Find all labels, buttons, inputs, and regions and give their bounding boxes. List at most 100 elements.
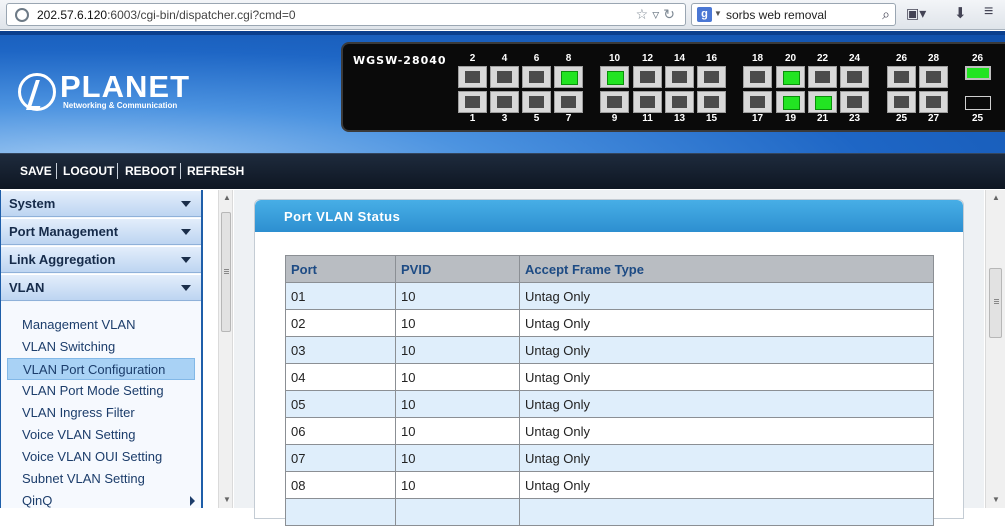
port-number-label: 10 [608, 53, 621, 64]
cell-pvid: 10 [395, 336, 520, 364]
caret-down-icon [181, 201, 191, 207]
port-1-icon[interactable] [458, 91, 487, 113]
scroll-down-icon[interactable]: ▼ [992, 495, 1000, 504]
search-input[interactable]: sorbs web removal [726, 8, 827, 22]
port-16-icon[interactable] [697, 66, 726, 88]
logout-link[interactable]: LOGOUT [63, 164, 114, 178]
refresh-link[interactable]: REFRESH [187, 164, 244, 178]
sidebar-category-system[interactable]: System [1, 190, 201, 217]
cell-accept-frame-type: Untag Only [519, 309, 934, 337]
port-number-label: 9 [611, 113, 618, 124]
port-number-label: 23 [848, 113, 861, 124]
port-9-icon[interactable] [600, 91, 629, 113]
cell-port: 01 [285, 282, 396, 310]
sidebar-item-vlan-port-mode-setting[interactable]: VLAN Port Mode Setting [1, 380, 201, 402]
table-row: 01 10 Untag Only [285, 282, 934, 310]
fiber-port-26-icon[interactable] [965, 66, 991, 80]
dropdown-icon[interactable]: ▿ [652, 6, 663, 22]
port-10-icon[interactable] [600, 66, 629, 88]
download-icon[interactable]: ⬇ [954, 4, 967, 22]
fiber-port-25-icon[interactable] [965, 96, 991, 110]
sidebar: System Port Management Link Aggregation … [0, 190, 203, 508]
port-6-icon[interactable] [522, 66, 551, 88]
sidebar-category-port-management[interactable]: Port Management [1, 218, 201, 245]
sidebar-item-management-vlan[interactable]: Management VLAN [1, 314, 201, 336]
table-row: 05 10 Untag Only [285, 390, 934, 418]
port-number-label: 8 [565, 53, 572, 64]
port-21-icon[interactable] [808, 91, 837, 113]
port-22-icon[interactable] [808, 66, 837, 88]
port-19-icon[interactable] [776, 91, 805, 113]
port-17-icon[interactable] [743, 91, 772, 113]
globe-icon [15, 8, 29, 22]
port-24-icon[interactable] [840, 66, 869, 88]
grip-line [994, 303, 999, 304]
sidebar-item-vlan-ingress-filter[interactable]: VLAN Ingress Filter [1, 402, 201, 424]
bookmarks-menu-icon[interactable]: ▣▾ [906, 5, 936, 25]
port-28-icon[interactable] [919, 66, 948, 88]
sidebar-item-subnet-vlan-setting[interactable]: Subnet VLAN Setting [1, 468, 201, 490]
cell-pvid: 10 [395, 471, 520, 499]
column-header-port: Port [285, 255, 396, 283]
save-link[interactable]: SAVE [20, 164, 52, 178]
port-13-icon[interactable] [665, 91, 694, 113]
main-content: Port VLAN Status Port PVID Accept Frame … [234, 190, 984, 526]
reboot-link[interactable]: REBOOT [125, 164, 176, 178]
bookmark-star-icon[interactable]: ☆ [636, 6, 653, 22]
search-box[interactable]: g ▼ sorbs web removal ⌕ [691, 3, 896, 26]
url-text[interactable]: 202.57.6.120:6003/cgi-bin/dispatcher.cgi… [37, 8, 296, 22]
port-8-icon[interactable] [554, 66, 583, 88]
port-number-label: 21 [816, 113, 829, 124]
port-14-icon[interactable] [665, 66, 694, 88]
port-25-icon[interactable] [887, 91, 916, 113]
cell-port [285, 498, 396, 526]
grip-line [994, 299, 999, 300]
port-2-icon[interactable] [458, 66, 487, 88]
port-20-icon[interactable] [776, 66, 805, 88]
cell-accept-frame-type: Untag Only [519, 471, 934, 499]
port-23-icon[interactable] [840, 91, 869, 113]
port-27-icon[interactable] [919, 91, 948, 113]
grip-line [224, 269, 229, 270]
sidebar-category-link-aggregation[interactable]: Link Aggregation [1, 246, 201, 273]
scrollbar-thumb[interactable] [221, 212, 231, 332]
port-number-label: 18 [751, 53, 764, 64]
port-15-icon[interactable] [697, 91, 726, 113]
port-4-icon[interactable] [490, 66, 519, 88]
scrollbar-thumb[interactable] [989, 268, 1002, 338]
switch-model-label: WGSW-28040 [353, 54, 447, 67]
sidebar-item-vlan-port-configuration[interactable]: VLAN Port Configuration [7, 358, 195, 380]
page-header: PLANET Networking & Communication WGSW-2… [0, 31, 1005, 153]
sidebar-item-qinq[interactable]: QinQ [1, 490, 201, 508]
address-bar[interactable]: 202.57.6.120:6003/cgi-bin/dispatcher.cgi… [6, 3, 686, 26]
port-11-icon[interactable] [633, 91, 662, 113]
scroll-down-icon[interactable]: ▼ [223, 495, 231, 504]
search-icon[interactable]: ⌕ [882, 6, 890, 23]
sidebar-item-voice-vlan-setting[interactable]: Voice VLAN Setting [1, 424, 201, 446]
chevron-down-icon[interactable]: ▼ [714, 9, 722, 18]
scroll-up-icon[interactable]: ▲ [992, 193, 1000, 202]
port-3-icon[interactable] [490, 91, 519, 113]
hamburger-menu-icon[interactable]: ≡ [984, 3, 993, 21]
category-label: VLAN [9, 280, 45, 295]
port-26-icon[interactable] [887, 66, 916, 88]
cell-accept-frame-type: Untag Only [519, 282, 934, 310]
port-number-label: 7 [565, 113, 572, 124]
cell-accept-frame-type: Untag Only [519, 363, 934, 391]
google-icon[interactable]: g [697, 7, 712, 22]
reload-icon[interactable]: ↻ [663, 6, 679, 22]
sidebar-item-vlan-switching[interactable]: VLAN Switching [1, 336, 201, 358]
port-12-icon[interactable] [633, 66, 662, 88]
port-18-icon[interactable] [743, 66, 772, 88]
page-scrollbar[interactable]: ▲ ▼ [985, 190, 1005, 508]
scroll-up-icon[interactable]: ▲ [223, 193, 231, 202]
sidebar-category-vlan[interactable]: VLAN [1, 274, 201, 301]
sidebar-item-voice-vlan-oui-setting[interactable]: Voice VLAN OUI Setting [1, 446, 201, 468]
frame-scrollbar[interactable]: ▲ ▼ [218, 190, 233, 508]
port-number-label: 13 [673, 113, 686, 124]
port-number-label: 19 [784, 113, 797, 124]
port-5-icon[interactable] [522, 91, 551, 113]
port-number-label: 28 [927, 53, 940, 64]
port-7-icon[interactable] [554, 91, 583, 113]
cell-pvid: 10 [395, 309, 520, 337]
